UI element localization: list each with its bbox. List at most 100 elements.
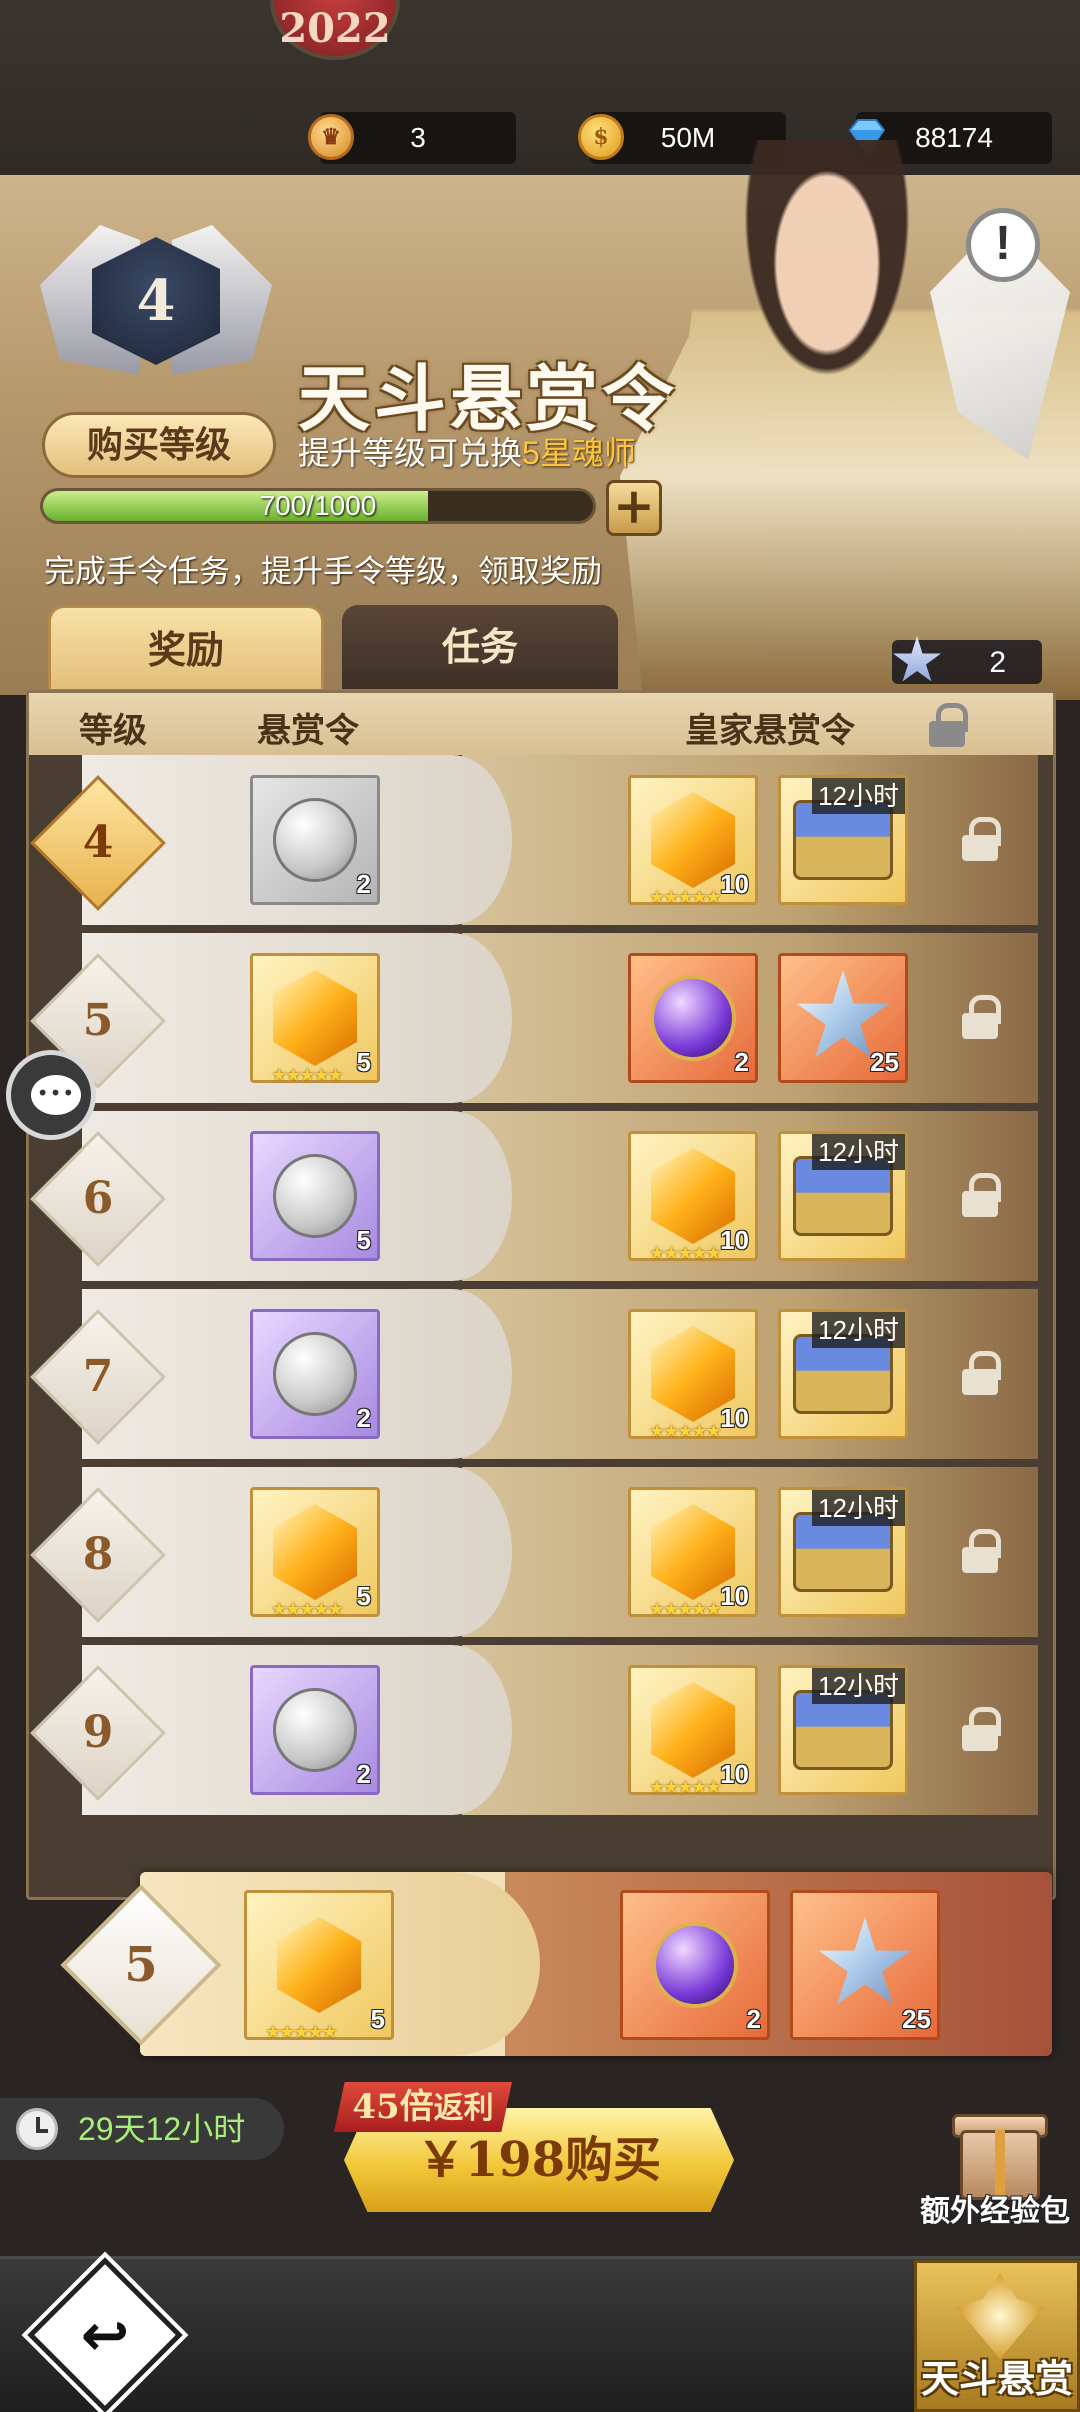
item-duration: 12小时 <box>812 1312 905 1348</box>
silver-coin-icon <box>273 1332 357 1416</box>
header-free-track: 悬赏令 <box>257 711 359 751</box>
silver-coin-icon <box>273 1688 357 1772</box>
royal-reward-item[interactable]: 10 ★★★★★ <box>628 1665 758 1798</box>
pass-subtitle: 提升等级可兑换5星魂师 <box>298 428 636 474</box>
buy-level-button[interactable]: 购买等级 <box>42 412 276 478</box>
royal-reward-item[interactable]: 10 ★★★★★ <box>628 1487 758 1620</box>
item-quantity: 10 <box>720 1581 749 1611</box>
reward-row[interactable]: 4 2 10 ★★★★★ 12小时 <box>30 755 1038 925</box>
chat-dots: ••• <box>36 1081 76 1105</box>
event-medal: 2022 <box>270 0 400 60</box>
royal-reward-item[interactable]: 12小时 <box>778 1309 908 1439</box>
item-duration: 12小时 <box>812 1668 905 1704</box>
item-stars: ★★★★★ <box>649 1243 722 1264</box>
chat-button[interactable]: ••• <box>6 1050 96 1140</box>
preview-free-reward[interactable]: 5 ★★★★★ <box>244 1890 394 2043</box>
purple-orb-icon <box>652 1922 738 2008</box>
item-stars: ★★★★★ <box>649 887 722 908</box>
royal-reward-item[interactable]: 2 <box>628 953 758 1083</box>
progress-text: 700/1000 <box>259 490 377 521</box>
subtitle-text: 提升等级可兑换 <box>298 435 523 471</box>
star-counter: 2 <box>892 636 1042 684</box>
preview-level-number: 5 <box>124 1937 158 1993</box>
free-reward-item[interactable]: 2 <box>250 1309 380 1439</box>
item-quantity: 2 <box>746 2004 761 2034</box>
item-quantity: 10 <box>720 1759 749 1789</box>
level-progress-bar: 700/1000 <box>40 488 596 524</box>
silver-coin-icon <box>273 1154 357 1238</box>
item-stars: ★★★★★ <box>271 1065 344 1086</box>
free-reward-item[interactable]: 5 ★★★★★ <box>250 953 380 1086</box>
item-stars: ★★★★★ <box>649 1599 722 1620</box>
preview-royal-reward-2[interactable]: 25 <box>790 1890 940 2040</box>
star-icon <box>893 636 941 682</box>
item-quantity: 25 <box>902 2004 931 2034</box>
row-level-number: 6 <box>82 1173 114 1224</box>
royal-reward-item[interactable]: 25 <box>778 953 908 1083</box>
bounty-pass-label: 天斗悬赏 <box>920 2356 1073 2401</box>
tab-tasks[interactable]: 任务 <box>342 605 618 689</box>
item-quantity: 10 <box>720 1225 749 1255</box>
item-quantity: 5 <box>370 2004 385 2034</box>
info-button[interactable]: ! <box>966 208 1040 282</box>
time-remaining-text: 29天12小时 <box>78 2111 246 2147</box>
row-level-number: 4 <box>82 817 114 868</box>
bounty-emblem-icon <box>957 2273 1043 2359</box>
item-quantity: 5 <box>356 1225 371 1255</box>
free-reward-item[interactable]: 5 <box>250 1131 380 1261</box>
free-reward-item[interactable]: 2 <box>250 1665 380 1795</box>
royal-reward-item[interactable]: 10 ★★★★★ <box>628 1131 758 1264</box>
resource-bounty-coin[interactable]: ♛ 3 <box>308 112 516 164</box>
row-level-number: 9 <box>82 1707 114 1758</box>
rebate-text: 返利 <box>433 2091 494 2126</box>
reward-row[interactable]: 6 5 10 ★★★★★ 12小时 <box>30 1111 1038 1281</box>
item-stars: ★★★★★ <box>649 1777 722 1798</box>
rebate-multiplier: 45倍 <box>352 2087 434 2127</box>
royal-reward-item[interactable]: 12小时 <box>778 1487 908 1617</box>
clock-icon <box>16 2108 58 2150</box>
lock-icon <box>929 703 968 747</box>
reward-row[interactable]: 9 2 10 ★★★★★ 12小时 <box>30 1645 1038 1815</box>
header-royal-track: 皇家悬赏令 <box>685 711 855 751</box>
item-quantity: 25 <box>870 1047 899 1077</box>
item-stars: ★★★★★ <box>265 2022 338 2043</box>
item-quantity: 2 <box>356 869 371 899</box>
tab-rewards[interactable]: 奖励 <box>48 605 324 689</box>
extra-exp-pack-label[interactable]: 额外经验包 <box>920 2186 1070 2230</box>
time-remaining: 29天12小时 <box>0 2098 284 2160</box>
header-level: 等级 <box>79 711 147 751</box>
item-stars: ★★★★★ <box>649 1421 722 1442</box>
item-quantity: 5 <box>356 1047 371 1077</box>
free-reward-item[interactable]: 5 ★★★★★ <box>250 1487 380 1620</box>
purple-orb-icon <box>650 975 736 1061</box>
item-quantity: 5 <box>356 1581 371 1611</box>
bounty-pass-tab[interactable]: 天斗悬赏 <box>914 2260 1080 2412</box>
add-exp-button[interactable]: + <box>606 480 662 536</box>
lock-icon <box>962 995 1001 1039</box>
lock-icon <box>962 1707 1001 1751</box>
royal-reward-item[interactable]: 12小时 <box>778 1131 908 1261</box>
reward-list-header: 等级 悬赏令 皇家悬赏令 <box>29 693 1053 755</box>
reward-row[interactable]: 5 5 ★★★★★ 2 25 <box>30 933 1038 1103</box>
rebate-badge: 45倍返利 <box>334 2082 512 2132</box>
royal-reward-item[interactable]: 10 ★★★★★ <box>628 775 758 908</box>
free-reward-item[interactable]: 2 <box>250 775 380 905</box>
reward-row[interactable]: 7 2 10 ★★★★★ 12小时 <box>30 1289 1038 1459</box>
royal-reward-item[interactable]: 10 ★★★★★ <box>628 1309 758 1442</box>
royal-reward-item[interactable]: 12小时 <box>778 775 908 905</box>
bounty-coin-icon: ♛ <box>308 114 354 160</box>
lock-icon <box>962 817 1001 861</box>
silver-coin-icon <box>273 798 357 882</box>
reward-row[interactable]: 8 5 ★★★★★ 10 ★★★★★ 12小时 <box>30 1467 1038 1637</box>
item-duration: 12小时 <box>812 1134 905 1170</box>
star-count-value: 2 <box>989 646 1006 679</box>
row-level-number: 8 <box>82 1529 114 1580</box>
royal-reward-item[interactable]: 12小时 <box>778 1665 908 1795</box>
next-reward-preview[interactable]: 5 ★★★★★ 2 25 <box>140 1872 1052 2056</box>
star-shard-icon <box>818 1917 912 2005</box>
preview-royal-reward-1[interactable]: 2 <box>620 1890 770 2040</box>
back-arrow-icon[interactable]: ↩ <box>50 2280 160 2390</box>
item-quantity: 10 <box>720 869 749 899</box>
item-quantity: 2 <box>356 1403 371 1433</box>
pass-hint: 完成手令任务，提升手令等级，领取奖励 <box>44 554 602 589</box>
